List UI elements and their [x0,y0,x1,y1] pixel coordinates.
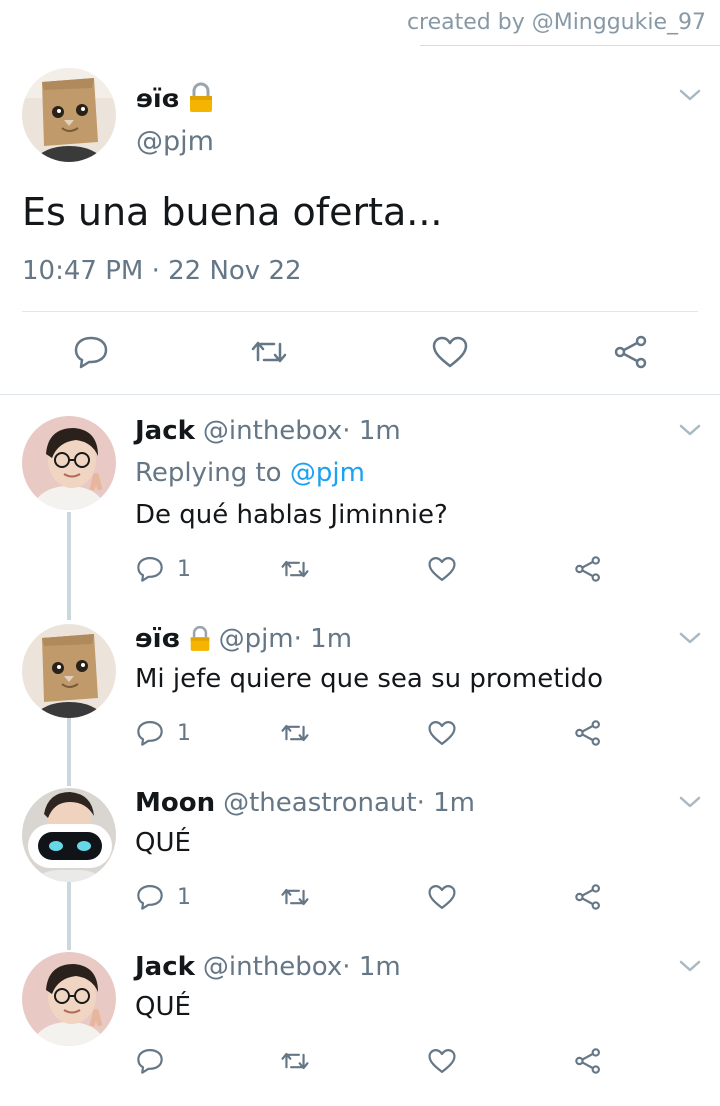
heart-icon[interactable] [427,718,457,748]
display-name[interactable]: ɘïɞ [136,82,214,114]
reply-count: 1 [177,556,191,582]
reply-count: 1 [177,720,191,746]
reply-icon [135,719,165,747]
timestamp[interactable]: · 1m [294,624,352,654]
reply-icon [135,555,165,583]
main-tweet: ɘïɞ @pjm Es una buena oferta... 10:47 PM… [0,46,720,395]
heart-icon[interactable] [427,882,457,912]
share-icon[interactable] [573,1046,603,1076]
chevron-down-icon[interactable] [679,88,701,102]
chevron-down-icon[interactable] [679,795,701,809]
display-name[interactable]: Moon [135,788,215,818]
reply-text: QUÉ [135,828,191,858]
tweet-text: Es una buena oferta... [22,190,443,234]
replying-to: Replying to @pjm [135,458,365,488]
mention-link[interactable]: @pjm [290,458,365,488]
handle[interactable]: @pjm [219,624,294,654]
display-name[interactable]: Jack [135,952,195,982]
avatar[interactable] [22,68,116,162]
thread-line [67,718,71,786]
divider [0,394,720,395]
reply-button[interactable]: 1 [135,882,191,912]
chevron-down-icon[interactable] [679,423,701,437]
heart-icon[interactable] [431,334,469,370]
handle[interactable]: @inthebox [203,952,342,982]
share-icon[interactable] [573,882,603,912]
avatar[interactable] [22,788,116,882]
avatar[interactable] [22,416,116,510]
chevron-down-icon[interactable] [679,959,701,973]
chevron-down-icon[interactable] [679,631,701,645]
timestamp[interactable]: · 1m [342,416,400,446]
reply-button[interactable]: 1 [135,554,191,584]
reply-icon[interactable] [72,334,110,370]
reply-button[interactable] [135,1046,177,1076]
handle[interactable]: @theastronaut [223,788,416,818]
heart-icon[interactable] [427,1046,457,1076]
retweet-icon[interactable] [279,554,311,584]
tweet-timestamp[interactable]: 10:47 PM · 22 Nov 22 [22,256,302,286]
thread-line [67,882,71,950]
retweet-icon[interactable] [279,1046,311,1076]
share-icon[interactable] [573,554,603,584]
timestamp[interactable]: · 1m [342,952,400,982]
handle[interactable]: @inthebox [203,416,342,446]
replying-to-prefix: Replying to [135,458,290,488]
reply-header: Moon @theastronaut · 1m [135,788,475,818]
display-name[interactable]: ɘïɞ [135,624,181,654]
share-icon[interactable] [573,718,603,748]
avatar[interactable] [22,624,116,718]
display-name[interactable]: Jack [135,416,195,446]
reply-header: Jack @inthebox · 1m [135,416,401,446]
display-name-text: ɘïɞ [136,83,180,113]
reply-button[interactable]: 1 [135,718,191,748]
reply-icon [135,883,165,911]
divider [22,311,698,312]
share-icon[interactable] [612,334,650,370]
reply-icon [135,1047,165,1075]
reply-text: De qué hablas Jiminnie? [135,500,448,530]
lock-icon [188,82,214,114]
credit-text: created by @Minggukie_97 [406,10,706,35]
retweet-icon[interactable] [279,882,311,912]
handle[interactable]: @pjm [136,126,214,157]
heart-icon[interactable] [427,554,457,584]
timestamp[interactable]: · 1m [417,788,475,818]
lock-icon [189,625,211,653]
retweet-icon[interactable] [250,334,288,370]
avatar[interactable] [22,952,116,1046]
reply-text: Mi jefe quiere que sea su prometido [135,664,604,694]
reply-count: 1 [177,884,191,910]
thread-line [67,512,71,620]
reply-header: Jack @inthebox · 1m [135,952,401,982]
reply-header: ɘïɞ @pjm · 1m [135,624,352,654]
reply-text: QUÉ [135,992,191,1022]
retweet-icon[interactable] [279,718,311,748]
